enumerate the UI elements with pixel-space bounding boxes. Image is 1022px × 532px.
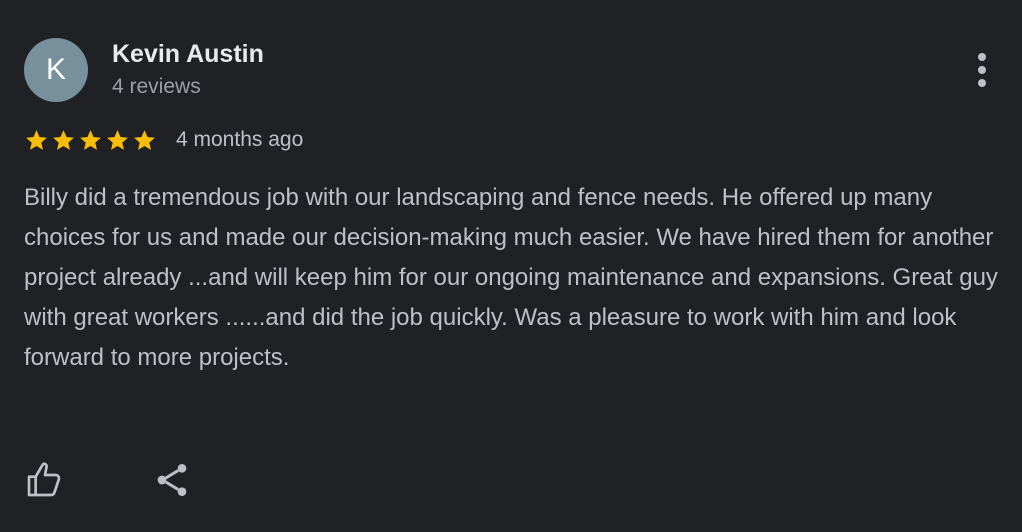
star-icon [26,129,47,150]
thumbs-up-icon [27,462,61,497]
star-icon [134,129,155,150]
star-icon [80,129,101,150]
review-text: Billy did a tremendous job with our land… [24,184,998,371]
share-icon [157,464,187,496]
more-options-button[interactable] [962,48,1002,92]
star-icon [53,129,74,150]
author-review-count: 4 reviews [112,75,201,98]
review-card: K Kevin Austin 4 reviews 4 months ago Bi… [0,0,1022,532]
author-name[interactable]: Kevin Austin [112,38,264,70]
like-button[interactable] [22,458,66,502]
share-button[interactable] [150,458,194,502]
avatar[interactable]: K [24,38,88,102]
more-vertical-icon [978,53,986,61]
review-time: 4 months ago [176,128,304,151]
avatar-initial: K [45,53,66,86]
more-vertical-icon-dot [978,66,986,74]
more-vertical-icon-dot [978,79,986,87]
star-rating [24,124,157,156]
star-icon [107,129,128,150]
